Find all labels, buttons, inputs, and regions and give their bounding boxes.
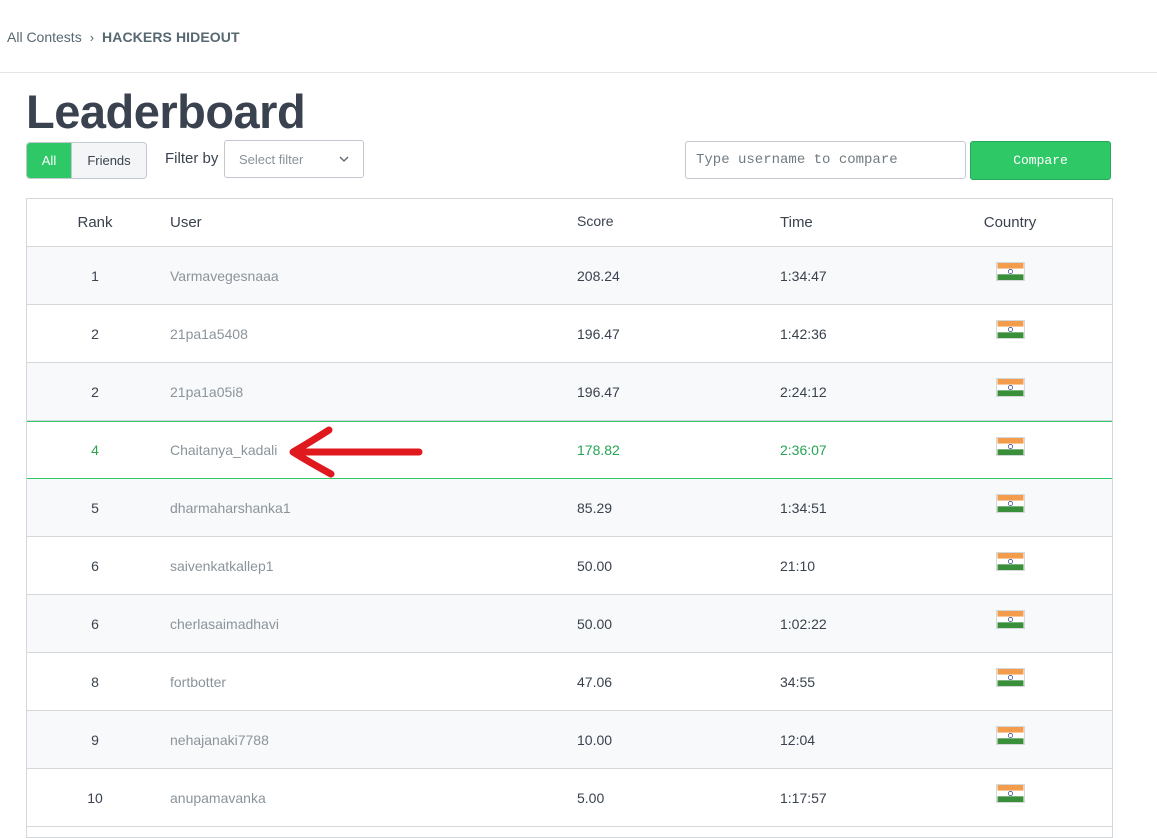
leaderboard-table: Rank User Score Time Country 1 Varmaveges… bbox=[26, 198, 1113, 838]
score-cell: 5.00 bbox=[577, 789, 605, 806]
chevron-down-icon bbox=[339, 154, 349, 165]
country-cell bbox=[970, 422, 1050, 478]
time-cell: 34:55 bbox=[780, 673, 816, 690]
country-cell bbox=[970, 653, 1050, 710]
user-link[interactable]: dharmaharshanka1 bbox=[170, 479, 291, 536]
header-country: Country bbox=[983, 214, 1037, 231]
country-cell bbox=[970, 479, 1050, 536]
header-score: Score bbox=[577, 212, 614, 229]
user-link[interactable]: saivenkatkallep1 bbox=[170, 537, 274, 594]
filter-select-placeholder: Select filter bbox=[239, 151, 304, 167]
time-cell: 2:36:07 bbox=[780, 442, 827, 458]
rank-cell: 2 bbox=[91, 325, 99, 342]
header-rank: Rank bbox=[77, 214, 113, 231]
table-row: 6 cherlasaimadhavi 50.00 1:02:22 bbox=[27, 595, 1112, 653]
user-link[interactable]: nehajanaki7788 bbox=[170, 711, 269, 768]
rank-cell: 2 bbox=[91, 383, 99, 400]
table-row: 2 21pa1a5408 196.47 1:42:36 bbox=[27, 305, 1112, 363]
breadcrumb-chevron-icon: › bbox=[89, 29, 95, 45]
table-row: 9 nehajanaki7788 10.00 12:04 bbox=[27, 711, 1112, 769]
country-cell bbox=[970, 769, 1050, 826]
table-row: 6 saivenkatkallep1 50.00 21:10 bbox=[27, 537, 1112, 595]
india-flag-icon bbox=[995, 320, 1025, 339]
table-row: 2 21pa1a05i8 196.47 2:24:12 bbox=[27, 363, 1112, 421]
country-cell bbox=[970, 537, 1050, 594]
india-flag-icon bbox=[995, 494, 1025, 513]
table-row: 1 Varmavegesnaaa 208.24 1:34:47 bbox=[27, 247, 1112, 305]
table-row: 5 dharmaharshanka1 85.29 1:34:51 bbox=[27, 479, 1112, 537]
user-link[interactable]: Varmavegesnaaa bbox=[170, 247, 279, 304]
user-link[interactable]: anupamavanka bbox=[170, 769, 266, 826]
score-cell: 50.00 bbox=[577, 557, 613, 574]
compare-username-input[interactable] bbox=[685, 141, 966, 179]
score-cell: 50.00 bbox=[577, 615, 613, 632]
rank-cell: 8 bbox=[91, 673, 99, 690]
score-cell: 196.47 bbox=[577, 383, 620, 400]
india-flag-icon bbox=[995, 436, 1025, 456]
time-cell: 2:24:12 bbox=[780, 383, 827, 400]
india-flag-icon bbox=[995, 262, 1025, 281]
rank-cell: 5 bbox=[91, 499, 99, 516]
score-cell: 196.47 bbox=[577, 325, 620, 342]
rank-cell: 1 bbox=[91, 267, 99, 284]
time-cell: 12:04 bbox=[780, 731, 816, 748]
time-cell: 1:34:47 bbox=[780, 267, 827, 284]
country-cell bbox=[970, 595, 1050, 652]
page-title: Leaderboard bbox=[26, 85, 306, 138]
rank-cell: 9 bbox=[91, 731, 99, 748]
india-flag-icon bbox=[995, 784, 1025, 803]
user-link[interactable]: 21pa1a5408 bbox=[170, 305, 248, 362]
country-cell bbox=[970, 363, 1050, 420]
breadcrumb-current: HACKERS HIDEOUT bbox=[102, 29, 240, 45]
india-flag-icon bbox=[995, 726, 1025, 745]
table-row: 10 anupamavanka 5.00 1:17:57 bbox=[27, 769, 1112, 827]
score-cell: 47.06 bbox=[577, 673, 613, 690]
country-cell bbox=[970, 711, 1050, 768]
india-flag-icon bbox=[995, 378, 1025, 397]
filter-select[interactable]: Select filter bbox=[224, 140, 364, 178]
india-flag-icon bbox=[995, 610, 1025, 629]
time-cell: 1:17:57 bbox=[780, 789, 827, 806]
india-flag-icon bbox=[995, 668, 1025, 687]
rank-cell: 10 bbox=[87, 789, 103, 806]
rank-cell: 4 bbox=[91, 442, 99, 458]
user-link[interactable]: cherlasaimadhavi bbox=[170, 595, 279, 652]
scope-toggle: All Friends bbox=[26, 142, 147, 179]
country-cell bbox=[970, 305, 1050, 362]
score-cell: 208.24 bbox=[577, 267, 620, 284]
user-link[interactable]: fortbotter bbox=[170, 653, 226, 710]
filter-by-label: Filter by bbox=[165, 150, 219, 167]
table-header-row: Rank User Score Time Country bbox=[27, 199, 1112, 247]
breadcrumb-all-contests-link[interactable]: All Contests bbox=[7, 29, 82, 45]
table-row: 8 fortbotter 47.06 34:55 bbox=[27, 653, 1112, 711]
country-cell bbox=[970, 247, 1050, 304]
header-divider bbox=[0, 72, 1157, 73]
rank-cell: 6 bbox=[91, 615, 99, 632]
score-cell: 10.00 bbox=[577, 731, 613, 748]
user-link[interactable]: 21pa1a05i8 bbox=[170, 363, 243, 420]
table-row: 4 Chaitanya_kadali 178.82 2:36:07 bbox=[27, 421, 1112, 479]
breadcrumb: All Contests › HACKERS HIDEOUT bbox=[7, 29, 240, 45]
time-cell: 1:42:36 bbox=[780, 325, 827, 342]
time-cell: 21:10 bbox=[780, 557, 816, 574]
user-link[interactable]: Chaitanya_kadali bbox=[170, 422, 277, 478]
india-flag-icon bbox=[995, 552, 1025, 571]
compare-button[interactable]: Compare bbox=[970, 141, 1111, 180]
score-cell: 178.82 bbox=[577, 442, 620, 458]
header-time: Time bbox=[780, 214, 813, 231]
all-button[interactable]: All bbox=[27, 143, 71, 178]
time-cell: 1:34:51 bbox=[780, 499, 827, 516]
rank-cell: 6 bbox=[91, 557, 99, 574]
time-cell: 1:02:22 bbox=[780, 615, 827, 632]
friends-button[interactable]: Friends bbox=[71, 143, 146, 178]
score-cell: 85.29 bbox=[577, 499, 613, 516]
header-user: User bbox=[170, 214, 202, 231]
